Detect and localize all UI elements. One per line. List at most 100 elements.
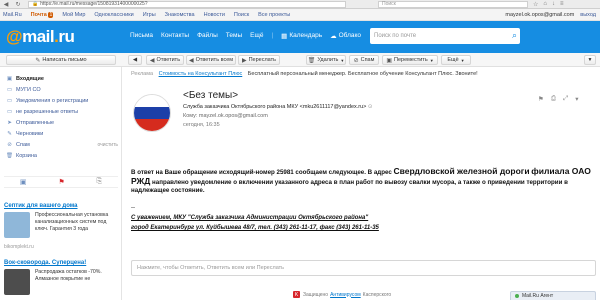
antivirus-link[interactable]: Антивирусом bbox=[330, 292, 361, 298]
ad-title[interactable]: Вок-сковорода. Суперцена! bbox=[4, 260, 118, 266]
sidebar-item-registration[interactable]: ▭ Уведомления о регистрации bbox=[6, 96, 118, 105]
portal-link-mail[interactable]: Почта 1 bbox=[30, 11, 54, 18]
forward-button[interactable]: ▶ Переслать bbox=[238, 55, 280, 65]
portal-link-games[interactable]: Игры bbox=[143, 12, 156, 18]
sender-menu-icon[interactable]: ⊙ bbox=[368, 104, 373, 110]
portal-link-mymir[interactable]: Мой Мир bbox=[62, 12, 85, 18]
reply-all-label: Ответить всем bbox=[195, 57, 234, 63]
logo-at: @ bbox=[6, 27, 23, 46]
address-bar-url: https://e.mail.ru/message/15081931400000… bbox=[40, 1, 148, 7]
sidebar-item-mugi[interactable]: ▭ МУГИ СО bbox=[6, 85, 118, 94]
forward-label: Переслать bbox=[248, 57, 277, 63]
print-icon[interactable]: ⎙ bbox=[551, 95, 556, 103]
move-button[interactable]: ▣ Переместить ▼ bbox=[382, 55, 438, 65]
address-bar[interactable]: 🔒 https://e.mail.ru/message/150819314000… bbox=[28, 0, 346, 8]
top-navigation: Письма Контакты Файлы Темы Ещё | ▦ Кален… bbox=[130, 32, 369, 40]
attachment-quick-icon[interactable]: ⎘ bbox=[96, 178, 102, 186]
compose-button[interactable]: ✎ Написать письмо bbox=[6, 55, 116, 65]
sidebar-item-spam[interactable]: ⊘ Спам очистить bbox=[6, 140, 118, 149]
sidebar-ad-septic[interactable]: Септик для вашего дома Профессиональная … bbox=[4, 203, 118, 255]
message-body: В ответ на Ваше обращение исходящий-номе… bbox=[131, 167, 591, 195]
inbox-quick-icon[interactable]: ▣ bbox=[20, 178, 27, 186]
nav-more[interactable]: Ещё bbox=[250, 32, 263, 40]
sidebar-item-trash[interactable]: 🗑 Корзина bbox=[6, 151, 118, 160]
sidebar-item-label: Отправленные bbox=[16, 119, 55, 126]
ad-image bbox=[4, 269, 30, 295]
back-button[interactable]: ◀ bbox=[128, 55, 142, 65]
spam-label: Спам bbox=[360, 57, 375, 63]
sidebar-item-inbox[interactable]: ▣ Входящие bbox=[6, 74, 118, 83]
quick-reply-field[interactable]: Нажмите, чтобы Ответить, Ответить всем и… bbox=[131, 260, 596, 276]
move-label: Переместить bbox=[394, 57, 428, 63]
sidebar-item-label: МУГИ СО bbox=[16, 86, 41, 93]
sidebar-item-label: Черновики bbox=[16, 130, 44, 137]
clear-spam-link[interactable]: очистить bbox=[97, 142, 118, 148]
ad-source: bikomplekt.ru bbox=[4, 244, 34, 250]
portal-link-mail-label: Почта bbox=[30, 11, 47, 18]
more-icon[interactable]: ▾ bbox=[575, 95, 578, 103]
download-icon[interactable]: ↓ bbox=[552, 1, 555, 7]
spam-icon: ⊘ bbox=[353, 57, 359, 64]
delete-label: Удалить bbox=[317, 57, 339, 63]
next-button[interactable]: ▼ bbox=[584, 55, 596, 65]
signature-line-1: С уважением, МКУ "Служба заказчика Админ… bbox=[131, 215, 369, 221]
portal-bar: Mail.Ru Почта 1 Мой Мир Одноклассники Иг… bbox=[0, 9, 600, 21]
portal-link-dating[interactable]: Знакомства bbox=[165, 12, 195, 18]
sidebar-item-sent[interactable]: ➤ Отправленные bbox=[6, 118, 118, 127]
home-icon[interactable]: ⌂ bbox=[543, 1, 547, 7]
message-sender[interactable]: Служба заказчика Октябрьского района МКУ… bbox=[183, 104, 373, 110]
online-status-icon bbox=[515, 294, 519, 298]
nav-letters[interactable]: Письма bbox=[130, 32, 153, 40]
delete-button[interactable]: 🗑 Удалить ▼ bbox=[306, 55, 346, 65]
flag-icon[interactable]: ⚑ bbox=[538, 95, 544, 103]
message-signature: С уважением, МКУ "Служба заказчика Админ… bbox=[131, 213, 551, 233]
sidebar-item-label: не разрешенные ответы bbox=[16, 108, 79, 115]
browser-search-input[interactable]: Поиск bbox=[378, 0, 528, 8]
nav-contacts[interactable]: Контакты bbox=[161, 32, 189, 40]
nav-calendar[interactable]: Календарь bbox=[289, 32, 322, 40]
search-icon[interactable]: ⌕ bbox=[512, 30, 517, 41]
trash-icon: 🗑 bbox=[307, 57, 316, 64]
message-subject: <Без темы> bbox=[183, 90, 239, 101]
message-actions: ⚑ ⎙ ⤢ ▾ bbox=[531, 95, 579, 103]
back-icon[interactable]: ◀ bbox=[0, 1, 12, 8]
spam-button[interactable]: ⊘ Спам bbox=[349, 55, 379, 65]
expand-icon[interactable]: ⤢ bbox=[563, 95, 568, 103]
reload-icon[interactable]: ↻ bbox=[12, 1, 24, 8]
menu-icon[interactable]: ≡ bbox=[560, 1, 564, 7]
star-icon[interactable]: ☆ bbox=[533, 1, 538, 8]
message-view: Реклама Стоимость на Консультант Плюс Бе… bbox=[123, 67, 600, 300]
portal-link-all[interactable]: Все проекты bbox=[258, 12, 290, 18]
ad-link[interactable]: Стоимость на Консультант Плюс bbox=[159, 71, 243, 77]
ad-title[interactable]: Септик для вашего дома bbox=[4, 203, 118, 209]
reply-all-button[interactable]: ◀ Ответить всем bbox=[186, 55, 236, 65]
portal-link-search[interactable]: Поиск bbox=[234, 12, 249, 18]
nav-separator: | bbox=[271, 32, 274, 39]
inbox-icon: ▣ bbox=[6, 75, 13, 82]
folder-icon: ▭ bbox=[6, 97, 13, 104]
sidebar-ad-wok[interactable]: Вок-сковорода. Суперцена! Распродажа ост… bbox=[4, 260, 118, 300]
user-email[interactable]: mayzel.ok.opos@gmail.com bbox=[505, 12, 574, 18]
logout-link[interactable]: выход bbox=[580, 12, 596, 18]
more-button[interactable]: Ещё ▼ bbox=[441, 55, 471, 65]
chevron-down-icon: ▼ bbox=[429, 57, 434, 63]
mailru-logo[interactable]: @mail.ru bbox=[6, 27, 75, 47]
cloud-icon: ☁ bbox=[330, 33, 337, 40]
mail-search-placeholder: Поиск по почте bbox=[374, 33, 417, 39]
portal-link-news[interactable]: Новости bbox=[204, 12, 225, 18]
sidebar-item-drafts[interactable]: ✎ Черновики bbox=[6, 129, 118, 138]
ad-text: Распродажа остатков -70%. Алмазное покры… bbox=[35, 269, 102, 282]
portal-link-ok[interactable]: Одноклассники bbox=[94, 12, 133, 18]
nav-cloud[interactable]: Облако bbox=[339, 32, 361, 40]
to-address[interactable]: mayzel.ok.opos@gmail.com bbox=[199, 113, 268, 119]
folder-icon: ▭ bbox=[6, 108, 13, 115]
nav-files[interactable]: Файлы bbox=[197, 32, 218, 40]
flag-quick-icon[interactable]: ⚑ bbox=[58, 178, 64, 186]
mail-agent-tab[interactable]: Mail.Ru Агент bbox=[510, 291, 596, 300]
mail-search-input[interactable]: Поиск по почте ⌕ bbox=[370, 28, 520, 44]
portal-link-mailru[interactable]: Mail.Ru bbox=[3, 12, 22, 18]
reply-button[interactable]: ◀ Ответить bbox=[146, 55, 184, 65]
sidebar-item-unresolved[interactable]: ▭ не разрешенные ответы bbox=[6, 107, 118, 116]
nav-themes[interactable]: Темы bbox=[226, 32, 242, 40]
footer-protected: Защищено bbox=[303, 291, 329, 298]
